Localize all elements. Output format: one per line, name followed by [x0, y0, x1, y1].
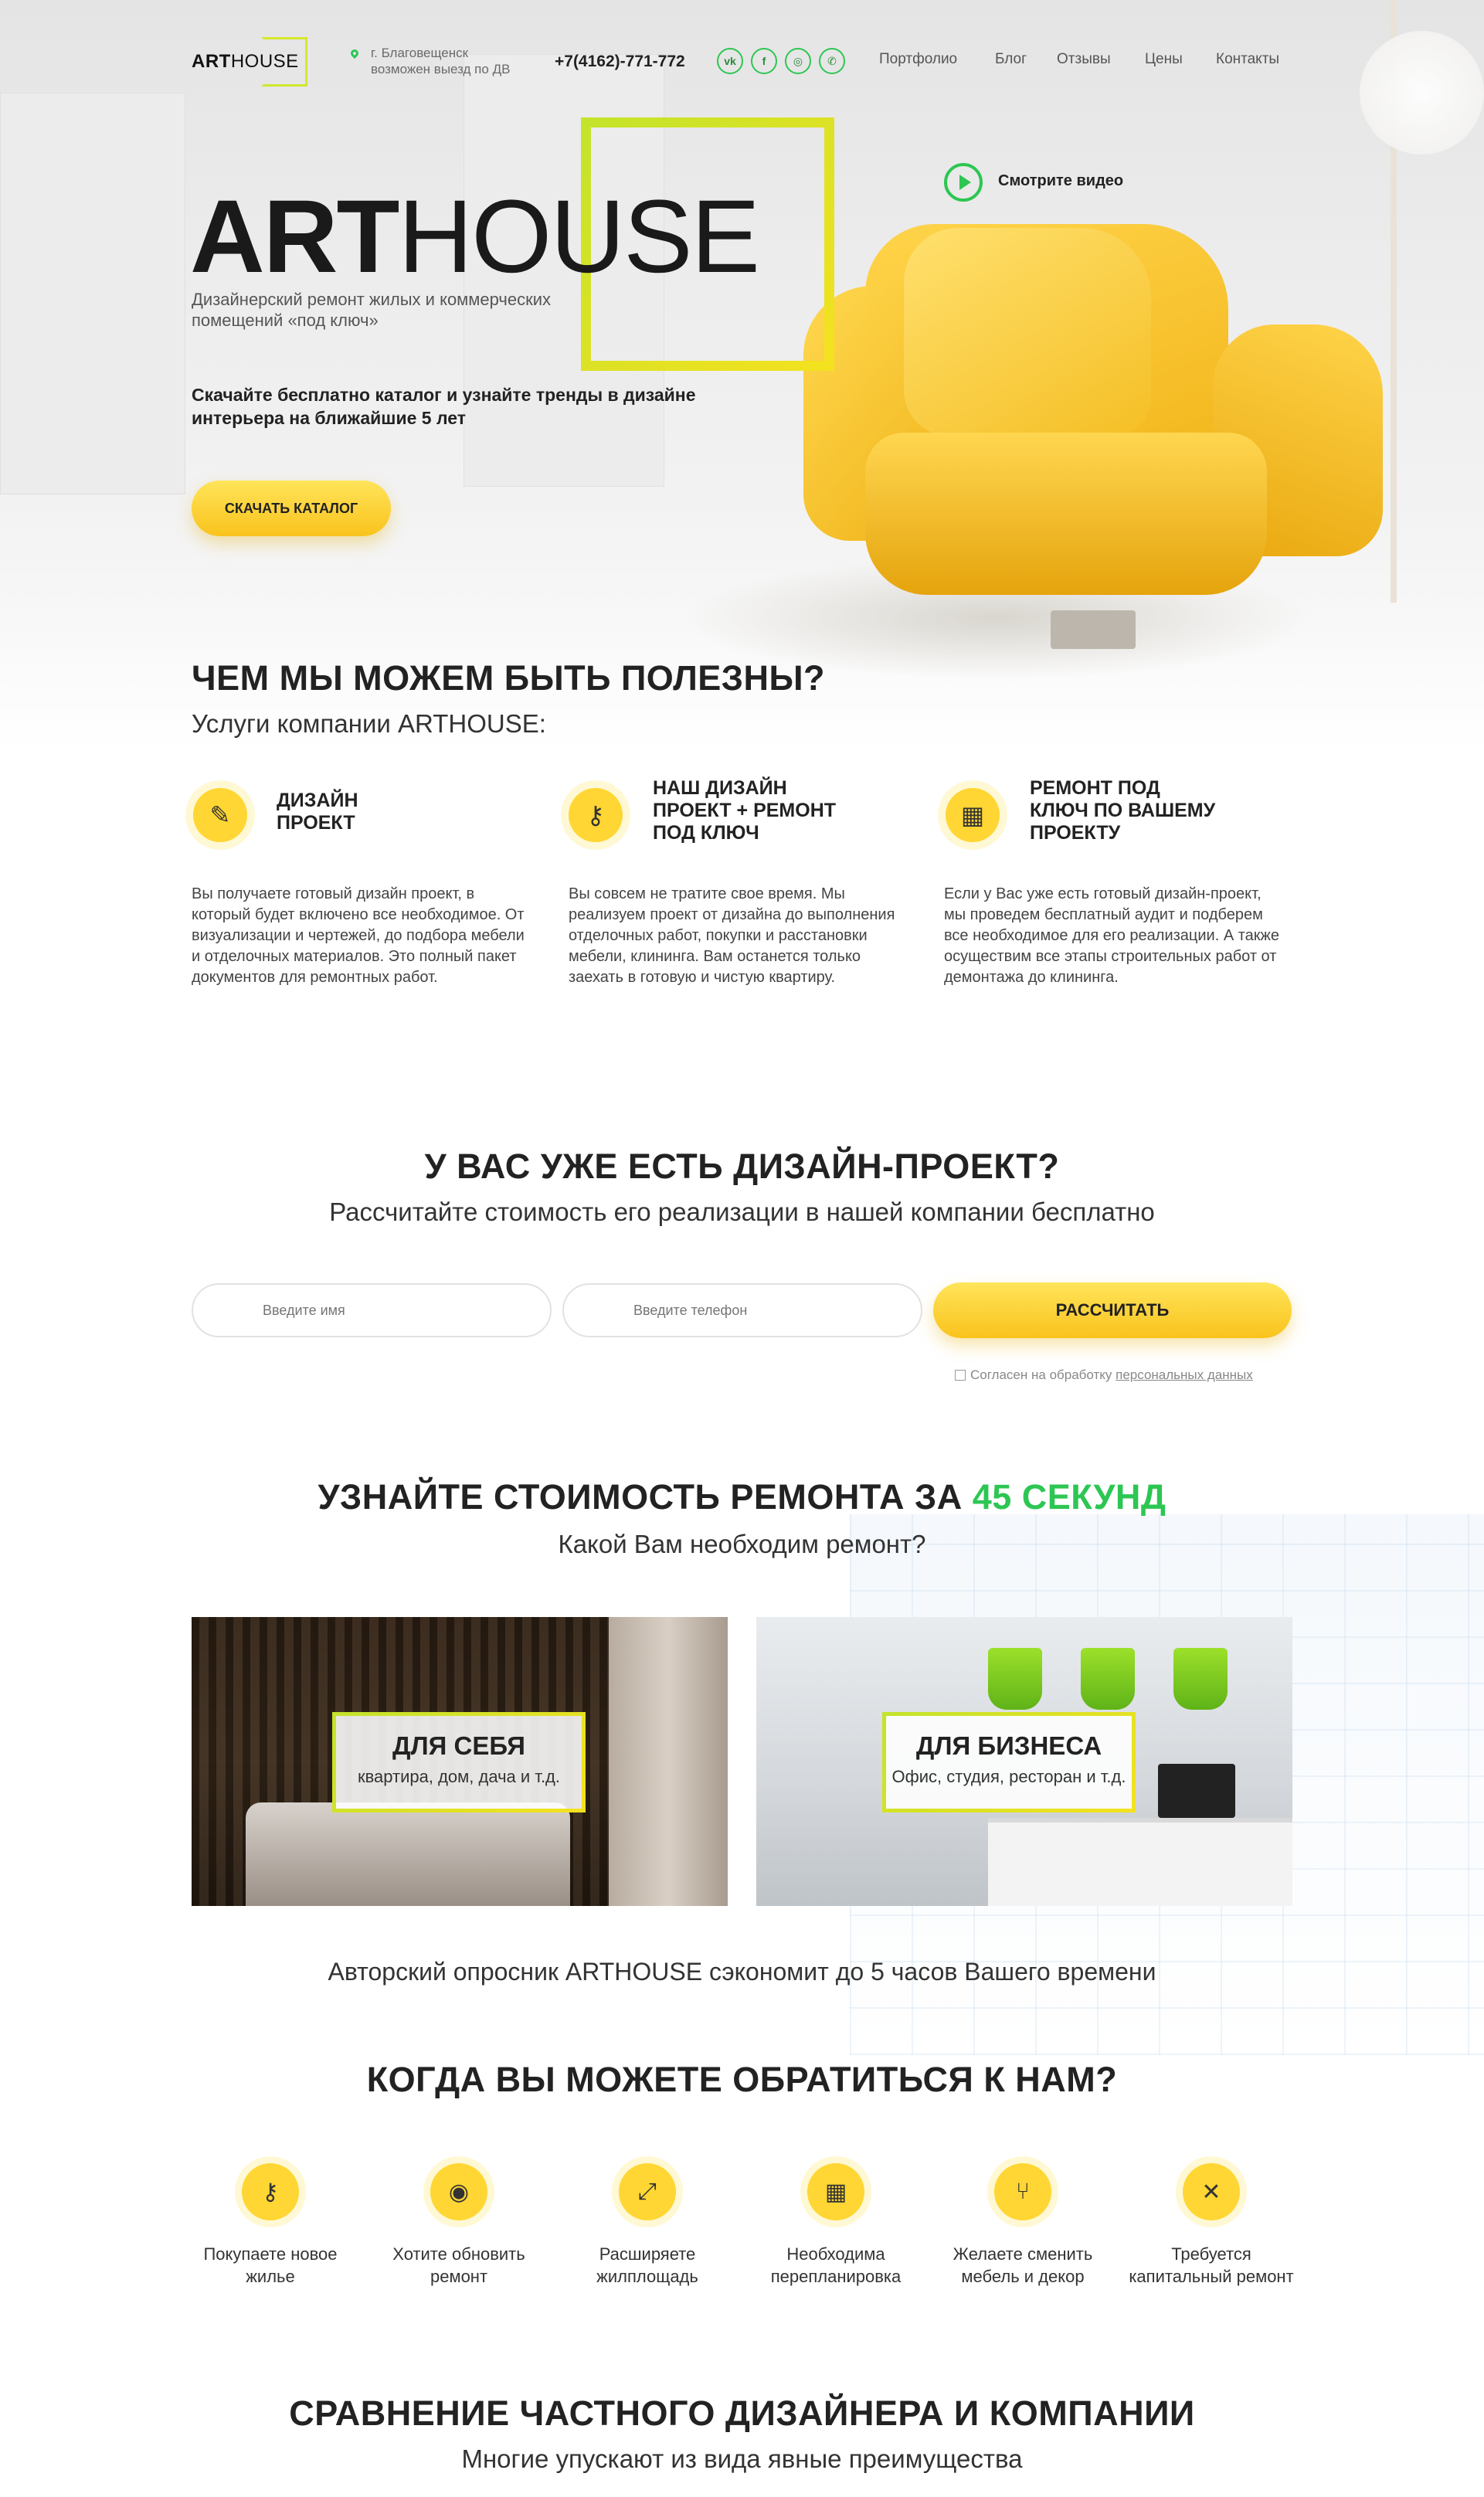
curtain-image [609, 1617, 728, 1906]
hero-section [0, 0, 1484, 753]
download-catalog-button[interactable]: СКАЧАТЬ КАТАЛОГ [192, 481, 391, 536]
calculate-button[interactable]: РАССЧИТАТЬ [933, 1282, 1292, 1338]
service-title: ДИЗАЙН ПРОЕКТ [277, 790, 358, 834]
hero-title: ARTHOUSE [190, 179, 760, 294]
phone-input[interactable] [562, 1283, 922, 1337]
hero-description: Скачайте бесплатно каталог и узнайте тре… [192, 385, 696, 428]
bed-image [246, 1802, 570, 1906]
project-form-title: У ВАС УЖЕ ЕСТЬ ДИЗАЙН-ПРОЕКТ? [424, 1147, 1060, 1186]
when-item-label: Желаете сменить мебель и декор [953, 2244, 1093, 2286]
armchair-icon: ⑂ [987, 2156, 1058, 2227]
consent-checkbox[interactable]: Согласен на обработку персональных данны… [955, 1367, 1253, 1383]
key-icon: ⚷ [561, 780, 630, 850]
compare-title: СРАВНЕНИЕ ЧАСТНОГО ДИЗАЙНЕРА И КОМПАНИИ [289, 2393, 1195, 2433]
card-business-label[interactable]: ДЛЯ БИЗНЕСА Офис, студия, ресторан и т.д… [882, 1712, 1136, 1812]
floor-plan-icon: ▦ [938, 780, 1007, 850]
checkbox-icon[interactable] [955, 1370, 966, 1381]
facebook-icon[interactable]: f [751, 48, 777, 74]
compare-subtitle: Многие упускают из вида явные преимущест… [461, 2444, 1023, 2473]
monitor-image [1158, 1764, 1235, 1818]
armchair-seat [865, 433, 1267, 595]
nav-reviews[interactable]: Отзывы [1057, 51, 1111, 68]
when-item-label: Расширяете жилплощадь [596, 2244, 698, 2286]
when-item-label: Хотите обновить ремонт [392, 2244, 525, 2286]
services-subtitle: Услуги компании ARTHOUSE: [192, 709, 546, 738]
service-title: НАШ ДИЗАЙН ПРОЕКТ + РЕМОНТ ПОД КЛЮЧ [653, 777, 837, 844]
card-subtitle: Офис, студия, ресторан и т.д. [891, 1767, 1126, 1786]
city-name: г. Благовещенск [371, 46, 469, 60]
card-title: ДЛЯ БИЗНЕСА [915, 1731, 1102, 1760]
when-item-label: Требуется капитальный ремонт [1129, 2244, 1294, 2286]
instagram-icon[interactable]: ◎ [785, 48, 811, 74]
vk-icon[interactable]: vk [717, 48, 743, 74]
name-input[interactable] [192, 1283, 552, 1337]
hero-subtitle: Дизайнерский ремонт жилых и коммерческих… [192, 290, 552, 330]
service-text: Вы получаете готовый дизайн проект, в ко… [192, 885, 525, 986]
lamp-image [1081, 1648, 1135, 1710]
privacy-link[interactable]: персональных данных [1116, 1367, 1253, 1382]
wall-panel [0, 93, 185, 494]
service-text: Если у Вас уже есть готовый дизайн-проек… [944, 885, 1280, 986]
card-subtitle: квартира, дом, дача и т.д. [357, 1767, 561, 1786]
lamp-image [1173, 1648, 1228, 1710]
quiz-title: УЗНАЙТЕ СТОИМОСТЬ РЕМОНТА ЗА 45 СЕКУНД [318, 1477, 1166, 1517]
nav-contacts[interactable]: Контакты [1216, 51, 1279, 68]
armchair-pillow [904, 228, 1151, 437]
video-label[interactable]: Смотрите видео [998, 172, 1123, 190]
city-info: г. Благовещенск возможен выезд по ДВ [371, 45, 510, 77]
card-title: ДЛЯ СЕБЯ [392, 1731, 525, 1760]
quiz-subtitle: Какой Вам необходим ремонт? [558, 1530, 926, 1558]
desk-image [988, 1818, 1292, 1906]
service-title: РЕМОНТ ПОД КЛЮЧ ПО ВАШЕМУ ПРОЕКТУ [1030, 777, 1216, 844]
logo-frame [261, 37, 307, 87]
lamp-shade [1360, 31, 1484, 155]
project-form-subtitle: Рассчитайте стоимость его реализации в н… [329, 1198, 1155, 1226]
when-title: КОГДА ВЫ МОЖЕТЕ ОБРАТИТЬСЯ К НАМ? [366, 2060, 1118, 2099]
quiz-title-accent: 45 СЕКУНД [972, 1477, 1166, 1517]
services-title: ЧЕМ МЫ МОЖЕМ БЫТЬ ПОЛЕЗНЫ? [192, 658, 826, 698]
design-tools-icon: ✎ [185, 780, 255, 850]
service-text: Вы совсем не тратите свое время. Мы реал… [569, 885, 895, 986]
lamp-image [988, 1648, 1042, 1710]
city-note: возможен выезд по ДВ [371, 62, 511, 76]
key-icon: ⚷ [235, 2156, 306, 2227]
phone-link[interactable]: +7(4162)-771-772 [555, 53, 685, 71]
expand-arrows-icon: ⤢ [612, 2156, 683, 2227]
card-personal-label[interactable]: ДЛЯ СЕБЯ квартира, дом, дача и т.д. [332, 1712, 586, 1812]
whatsapp-icon[interactable]: ✆ [819, 48, 845, 74]
play-icon [959, 175, 971, 190]
floor-plan-icon: ▦ [800, 2156, 871, 2227]
when-item-label: Покупаете новое жилье [203, 2244, 338, 2286]
nav-blog[interactable]: Блог [995, 51, 1027, 68]
play-video-button[interactable] [944, 163, 983, 202]
quiz-note: Авторский опросник ARTHOUSE сэкономит до… [328, 1958, 1156, 1986]
nav-portfolio[interactable]: Портфолио [879, 51, 957, 68]
armchair-foot [1051, 610, 1136, 649]
nav-prices[interactable]: Цены [1145, 51, 1183, 68]
tools-icon: ✕ [1176, 2156, 1247, 2227]
when-item-label: Необходима перепланировка [770, 2244, 902, 2286]
paint-roll-icon: ◉ [423, 2156, 494, 2227]
